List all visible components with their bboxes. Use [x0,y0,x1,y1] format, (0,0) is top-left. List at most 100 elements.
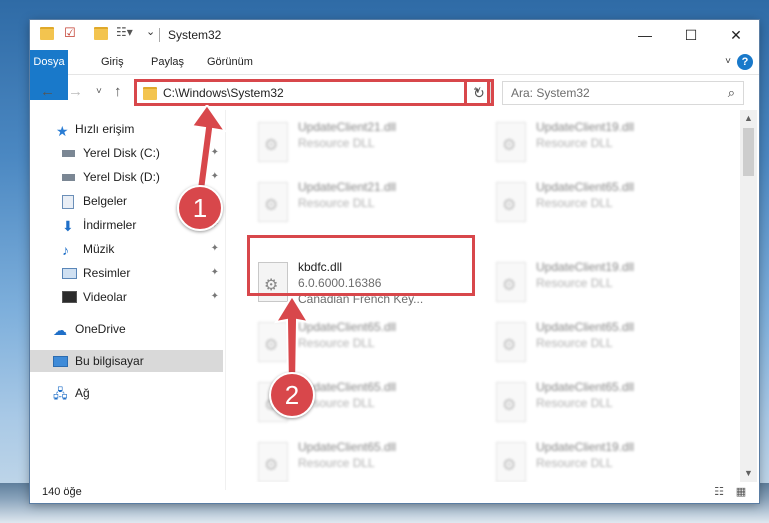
customize-toolbar-icon[interactable]: ☷▾ [116,25,133,39]
sidebar-item-label: Resimler [83,266,131,280]
minimize-button[interactable]: — [622,20,668,50]
file-item[interactable]: UpdateClient19.dll Resource DLL [486,116,706,166]
file-item[interactable]: UpdateClient65.dll Resource DLL [486,316,706,366]
file-name: UpdateClient65.dll [536,380,635,394]
help-icon[interactable]: ? [737,54,753,70]
dll-file-icon [496,182,526,222]
file-name: UpdateClient19.dll [536,260,635,274]
scroll-up-icon[interactable]: ▲ [740,110,757,127]
refresh-highlight [464,79,494,106]
sidebar-item-music[interactable]: ♪ Müzik ✦ [30,238,223,260]
sidebar-item-onedrive[interactable]: ☁ OneDrive [30,318,223,340]
file-name: UpdateClient19.dll [536,440,635,454]
dll-file-icon [496,382,526,422]
dll-file-icon [496,122,526,162]
up-button[interactable]: ↑ [114,83,122,100]
status-bar: 140 öğe ☷ ▦ [30,482,759,503]
pin-icon[interactable]: ✦ [211,262,219,284]
scroll-down-icon[interactable]: ▼ [740,465,757,482]
file-item[interactable]: UpdateClient65.dll Resource DLL [486,176,706,226]
search-icon[interactable]: ⌕ [728,85,735,101]
sidebar-item-label: Hızlı erişim [75,122,135,136]
forward-button[interactable]: → [68,83,83,100]
file-item[interactable]: UpdateClient19.dll Resource DLL [486,436,706,482]
file-description: Resource DLL [536,196,613,210]
sidebar-item-label: Müzik [83,242,115,256]
sidebar-item-network[interactable]: 🖧 Ağ [30,382,223,404]
dll-file-icon [496,262,526,302]
drive-icon [62,174,75,181]
ribbon-expand-icon[interactable]: ˅ [725,56,731,67]
file-name: UpdateClient65.dll [298,440,397,454]
videos-icon [62,291,77,303]
network-icon: 🖧 [53,386,68,401]
downloads-icon: ⬇ [62,218,74,234]
pin-icon[interactable]: ✦ [211,238,219,260]
documents-icon [62,195,74,209]
back-button[interactable]: ← [40,83,55,100]
search-input[interactable]: Ara: System32 [511,86,590,100]
tab-share[interactable]: Paylaş [142,50,193,74]
sidebar-item-label: Bu bilgisayar [75,354,144,368]
address-highlight [134,79,490,106]
music-icon: ♪ [62,242,69,258]
file-item[interactable]: UpdateClient21.dll Resource DLL [248,116,468,166]
window-title: System32 [168,28,222,42]
sidebar-item-label: Yerel Disk (D:) [83,170,160,184]
sidebar-item-videos[interactable]: Videolar ✦ [30,286,223,308]
file-description: Resource DLL [536,336,613,350]
dll-file-icon [496,442,526,482]
file-description: Resource DLL [298,136,375,150]
file-description: Resource DLL [536,456,613,470]
item-count: 140 öğe [42,486,82,498]
file-item[interactable]: UpdateClient19.dll Resource DLL [486,256,706,306]
vertical-scrollbar[interactable]: ▲ ▼ [740,110,757,482]
sidebar-item-label: Yerel Disk (C:) [83,146,160,160]
file-description: Resource DLL [298,456,375,470]
sidebar-item-this-pc[interactable]: Bu bilgisayar [30,350,223,372]
file-name: UpdateClient21.dll [298,180,397,194]
dll-file-icon [496,322,526,362]
pictures-icon [62,268,77,279]
pin-icon[interactable]: ✦ [211,286,219,308]
title-separator [159,28,160,42]
drive-icon [62,150,75,157]
sidebar-item-label: Belgeler [83,194,128,208]
callout-badge-1: 1 [177,185,223,231]
dll-file-icon [258,442,288,482]
file-name: UpdateClient65.dll [536,180,635,194]
sidebar-item-pictures[interactable]: Resimler ✦ [30,262,223,284]
maximize-button[interactable]: ☐ [668,20,714,50]
properties-icon[interactable]: ☑ [64,25,76,41]
ribbon-tabs: Dosya Giriş Paylaş Görünüm ˅ ? [30,50,759,100]
star-icon: ★ [56,123,69,139]
file-description: Resource DLL [536,136,613,150]
dll-file-icon [258,182,288,222]
title-bar: ☑ ☷▾ ⌄ System32 — ☐ ✕ [30,20,759,50]
recent-locations-icon[interactable]: ˅ [96,86,102,97]
search-box[interactable]: Ara: System32 ⌕ [502,81,744,105]
dll-file-icon [258,122,288,162]
file-name: UpdateClient65.dll [536,320,635,334]
file-item[interactable]: UpdateClient65.dll Resource DLL [486,376,706,426]
toolbar-dropdown-icon[interactable]: ⌄ [146,25,155,38]
file-item[interactable]: UpdateClient21.dll Resource DLL [248,176,468,226]
details-view-icon[interactable]: ☷ [712,486,726,498]
close-button[interactable]: ✕ [713,20,759,50]
onedrive-icon: ☁ [53,322,67,338]
file-description: Resource DLL [536,276,613,290]
computer-icon [53,356,68,367]
sidebar-item-label: OneDrive [75,322,126,336]
scrollbar-thumb[interactable] [743,128,754,176]
sidebar-item-label: Ağ [75,386,90,400]
tab-home[interactable]: Giriş [92,50,133,74]
tab-view[interactable]: Görünüm [198,50,262,74]
file-item[interactable]: UpdateClient65.dll Resource DLL [248,436,468,482]
file-name: UpdateClient19.dll [536,120,635,134]
callout-badge-2: 2 [269,372,315,418]
file-description: Resource DLL [298,196,375,210]
navigation-bar: ← → ˅ ↑ C:\Windows\System32 ˅ ↻ Ara: Sys… [30,76,759,110]
large-icons-view-icon[interactable]: ▦ [734,486,748,498]
file-highlight [247,235,475,296]
new-folder-icon[interactable] [94,27,108,40]
